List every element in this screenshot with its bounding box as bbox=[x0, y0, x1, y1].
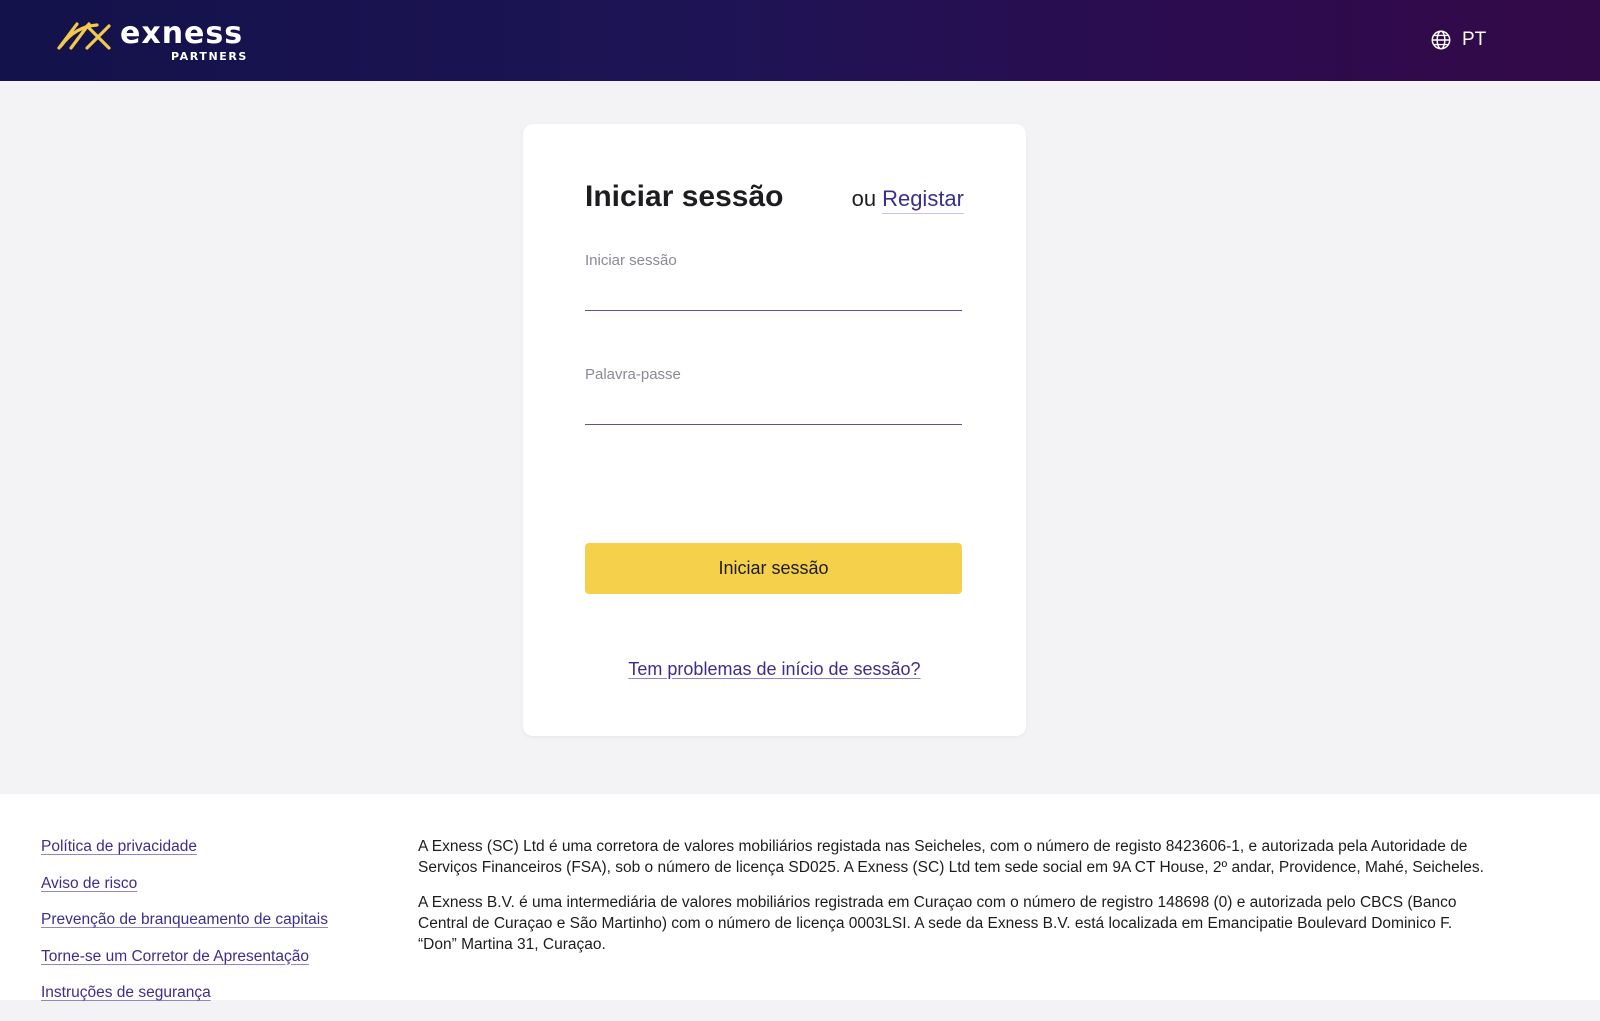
exness-partners-logo[interactable]: exness PARTNERS bbox=[57, 16, 257, 66]
brand-subtitle: PARTNERS bbox=[171, 50, 248, 63]
legal-paragraph: A Exness (SC) Ltd é uma corretora de val… bbox=[418, 838, 1484, 876]
page-footer: Política de privacidade Aviso de risco P… bbox=[0, 794, 1600, 1001]
register-prompt: ou Registar bbox=[852, 186, 964, 214]
register-link[interactable]: Registar bbox=[882, 186, 964, 214]
privacy-policy-link[interactable]: Política de privacidade bbox=[41, 838, 197, 855]
login-card: Iniciar sessão ou Registar Iniciar sessã… bbox=[523, 124, 1026, 736]
exness-logo-mark-icon bbox=[57, 22, 111, 50]
password-input[interactable] bbox=[585, 395, 962, 425]
footer-link-item: Instruções de segurança bbox=[41, 984, 328, 1021]
security-instructions-link[interactable]: Instruções de segurança bbox=[41, 984, 211, 1001]
login-trouble-link[interactable]: Tem problemas de início de sessão? bbox=[628, 659, 920, 679]
login-title: Iniciar sessão bbox=[585, 180, 784, 213]
language-selector[interactable]: PT bbox=[1430, 27, 1486, 53]
language-label: PT bbox=[1462, 29, 1487, 50]
top-header: exness PARTNERS PT bbox=[0, 0, 1600, 81]
login-submit-button[interactable]: Iniciar sessão bbox=[585, 543, 962, 594]
legal-paragraph: A Exness B.V. é uma intermediária de val… bbox=[418, 894, 1457, 953]
introducing-broker-link[interactable]: Torne-se um Corretor de Apresentação bbox=[41, 948, 309, 965]
password-field-group: Palavra-passe bbox=[585, 366, 962, 425]
footer-links: Política de privacidade Aviso de risco P… bbox=[41, 838, 328, 1021]
legal-disclaimer: A Exness (SC) Ltd é uma corretora de val… bbox=[418, 837, 1488, 971]
username-label: Iniciar sessão bbox=[585, 252, 677, 269]
globe-icon bbox=[1431, 30, 1451, 50]
footer-link-item: Torne-se um Corretor de Apresentação bbox=[41, 948, 328, 985]
trouble-link-container: Tem problemas de início de sessão? bbox=[523, 659, 1026, 680]
or-text: ou bbox=[851, 186, 877, 211]
brand-wordmark: exness bbox=[120, 16, 244, 51]
aml-link[interactable]: Prevenção de branqueamento de capitais bbox=[41, 911, 328, 928]
risk-warning-link[interactable]: Aviso de risco bbox=[41, 875, 137, 892]
username-field-group: Iniciar sessão bbox=[585, 252, 962, 311]
password-label: Palavra-passe bbox=[585, 366, 681, 383]
footer-link-item: Política de privacidade bbox=[41, 838, 328, 875]
footer-link-item: Prevenção de branqueamento de capitais bbox=[41, 911, 328, 948]
username-input[interactable] bbox=[585, 281, 962, 311]
footer-link-item: Aviso de risco bbox=[41, 875, 328, 912]
